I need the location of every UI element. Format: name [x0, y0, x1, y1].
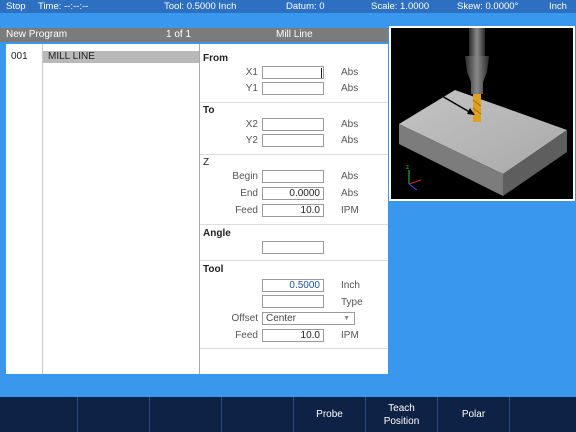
x2-unit: Abs [341, 119, 359, 130]
tool-type-label: Type [341, 297, 363, 308]
program-name: New Program [6, 29, 68, 40]
z-feed-field[interactable]: 10.0 [262, 204, 324, 217]
softkey-3[interactable] [150, 397, 222, 432]
polar-softkey[interactable]: Polar [438, 397, 510, 432]
mill-line-form: From X1 Abs Y1 Abs To X2 Abs Y2 Abs Z Be… [200, 44, 388, 374]
status-tool: Tool: 0.5000 Inch [164, 1, 237, 12]
y1-field[interactable] [262, 82, 324, 95]
softkey-4[interactable] [222, 397, 294, 432]
teach-position-softkey[interactable]: Teach Position [366, 397, 438, 432]
status-datum: Datum: 0 [286, 1, 325, 12]
tool-feed-field[interactable]: 10.0 [262, 329, 324, 342]
list-item[interactable]: 001 MILL LINE [6, 51, 199, 63]
x1-label: X1 [245, 67, 258, 78]
x2-field[interactable] [262, 118, 324, 131]
z-end-unit: Abs [341, 188, 359, 199]
z-end-field[interactable]: 0.0000 [262, 187, 324, 200]
tool-feed-label: Feed [235, 330, 258, 341]
offset-label: Offset [231, 313, 259, 324]
tool-feed-unit: IPM [341, 330, 359, 341]
y1-unit: Abs [341, 83, 359, 94]
z-feed-label: Feed [235, 205, 258, 216]
z-begin-unit: Abs [341, 171, 359, 182]
status-mode: Stop [6, 1, 26, 12]
z-begin-field[interactable] [262, 170, 324, 183]
probe-softkey[interactable]: Probe [294, 397, 366, 432]
status-scale: Scale: 1.0000 [371, 1, 430, 12]
x1-unit: Abs [341, 67, 359, 78]
offset-value: Center [266, 313, 297, 324]
tool-diameter-unit: Inch [341, 280, 360, 291]
end-mill-icon [473, 94, 481, 122]
offset-dropdown[interactable]: Center ▼ [262, 312, 355, 325]
step-number-column [6, 44, 43, 374]
mill-line-preview: z [389, 26, 575, 201]
from-title: From [203, 53, 228, 64]
tool-holder-icon [465, 56, 489, 94]
y1-label: Y1 [245, 83, 258, 94]
status-bar: Stop Time: --:--:-- Tool: 0.5000 Inch Da… [0, 0, 576, 13]
softkey-1[interactable] [0, 397, 78, 432]
from-section: From X1 Abs Y1 Abs [200, 44, 388, 103]
to-title: To [203, 105, 215, 116]
softkey-bar: Probe Teach Position Polar [0, 397, 576, 432]
softkey-2[interactable] [78, 397, 150, 432]
z-begin-label: Begin [232, 171, 258, 182]
svg-text:z: z [406, 165, 409, 171]
tool-section: Tool 0.5000 Inch Type Offset Center ▼ Fe… [200, 260, 388, 349]
status-time: Time: --:--:-- [38, 1, 89, 12]
spindle-icon [469, 28, 485, 56]
softkey-8[interactable] [510, 397, 576, 432]
program-list[interactable]: 001 MILL LINE [6, 44, 200, 374]
z-end-label: End [240, 188, 258, 199]
x2-label: X2 [245, 119, 258, 130]
y2-unit: Abs [341, 135, 359, 146]
tool-type-field[interactable] [262, 295, 324, 308]
tool-diameter-field[interactable]: 0.5000 [262, 279, 324, 292]
operation-title: Mill Line [276, 29, 313, 40]
x1-field[interactable] [262, 66, 324, 79]
to-section: To X2 Abs Y2 Abs [200, 102, 388, 155]
status-units: Inch [549, 1, 567, 12]
chevron-down-icon: ▼ [343, 315, 350, 322]
z-section: Z Begin Abs End 0.0000 Abs Feed 10.0 IPM [200, 154, 388, 225]
status-skew: Skew: 0.0000° [457, 1, 519, 12]
page-indicator: 1 of 1 [166, 29, 192, 40]
step-name: MILL LINE [48, 51, 95, 62]
y2-field[interactable] [262, 134, 324, 147]
angle-title: Angle [203, 228, 231, 239]
tool-title: Tool [203, 264, 224, 275]
title-bar: New Program 1 of 1 Mill Line [0, 28, 388, 42]
z-feed-unit: IPM [341, 205, 359, 216]
workpiece-illustration: z [399, 28, 567, 196]
angle-section: Angle [200, 224, 388, 261]
axis-triad-icon: z [406, 165, 422, 191]
y2-label: Y2 [245, 135, 258, 146]
angle-field[interactable] [262, 241, 324, 254]
text-cursor [321, 68, 322, 78]
z-title: Z [203, 157, 210, 168]
step-number: 001 [11, 51, 28, 62]
